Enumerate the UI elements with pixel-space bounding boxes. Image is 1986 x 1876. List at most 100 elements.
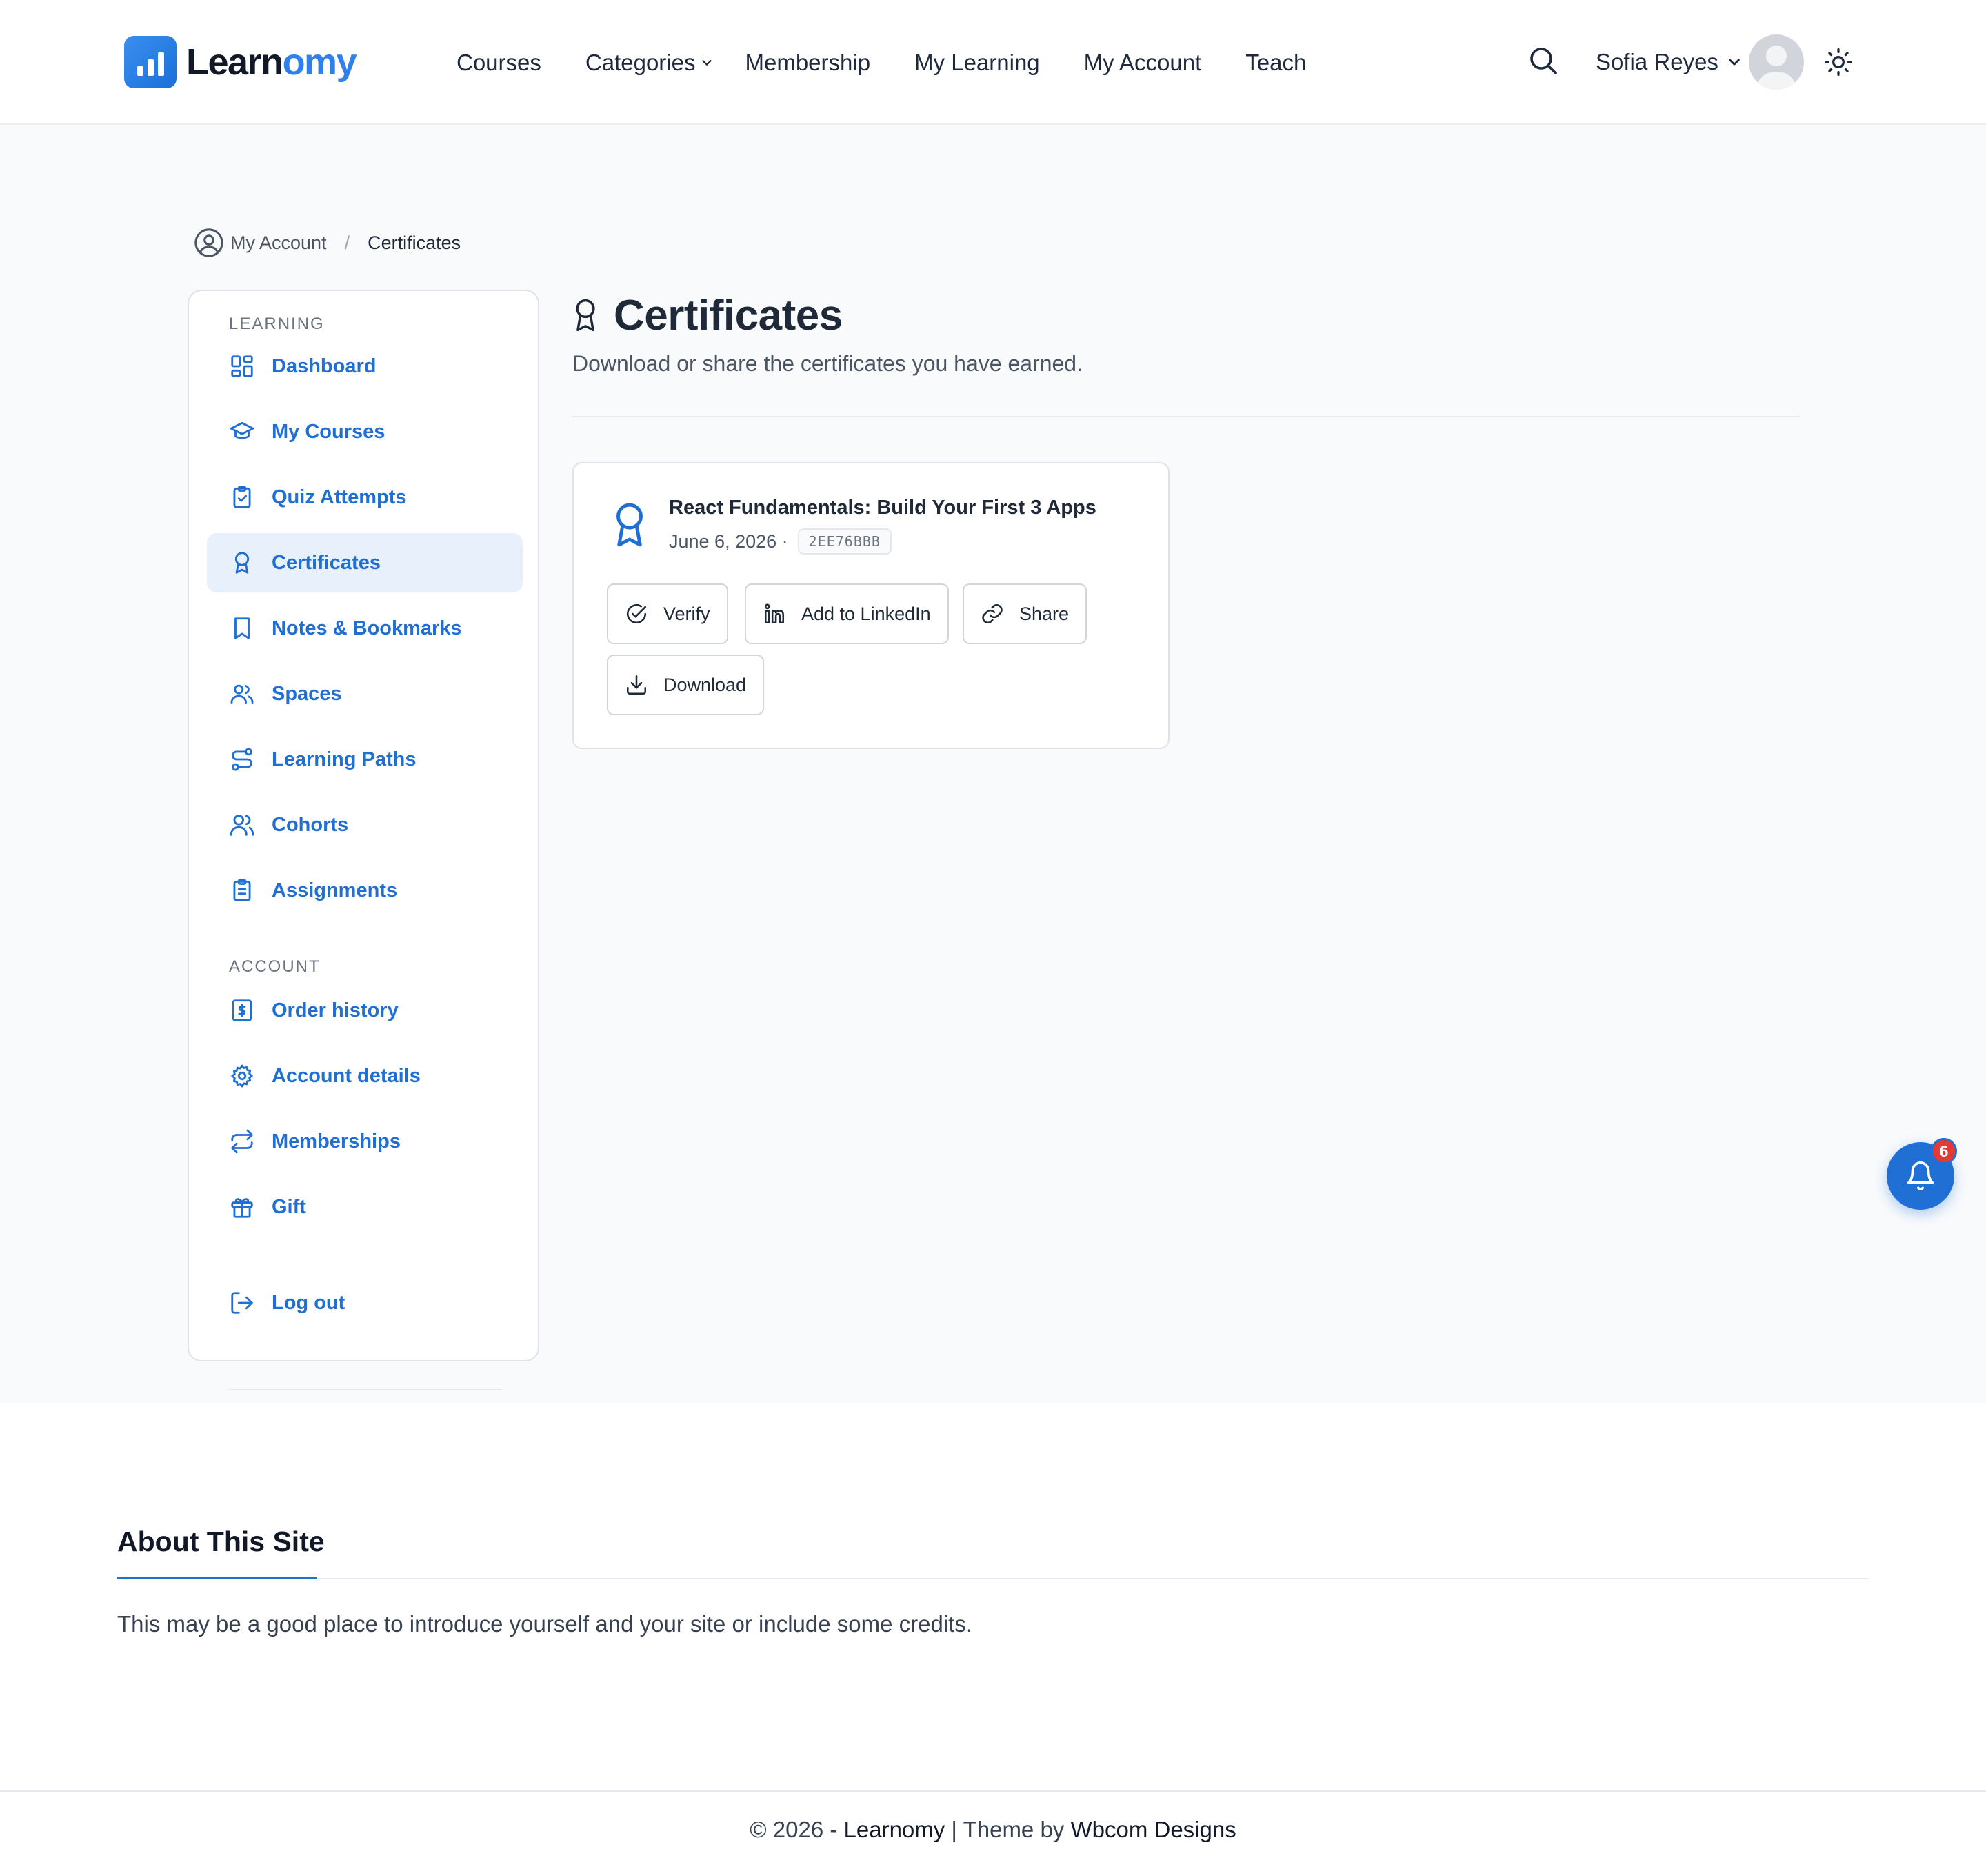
- avatar[interactable]: [1748, 34, 1804, 90]
- sidebar-item-order-history[interactable]: Order history: [207, 981, 523, 1040]
- award-icon: [234, 552, 250, 574]
- dashboard-icon: [231, 355, 253, 377]
- footer-copyright: © 2026 -: [750, 1817, 844, 1842]
- sidebar-item-memberships[interactable]: Memberships: [207, 1112, 523, 1171]
- sidebar-item-quiz-attempts[interactable]: Quiz Attempts: [207, 468, 523, 527]
- certificate-date: June 6, 2026 ·: [669, 530, 788, 552]
- logo-text: Learnomy: [186, 41, 357, 83]
- sidebar-item-label: Quiz Attempts: [272, 486, 407, 508]
- download-button[interactable]: Download: [607, 655, 765, 715]
- chevron-down-icon: [1729, 59, 1740, 66]
- search-button[interactable]: [1527, 44, 1560, 77]
- notification-count-badge: 6: [1931, 1138, 1957, 1164]
- sidebar-item-assignments[interactable]: Assignments: [207, 861, 523, 920]
- site-footer: © 2026 - Learnomy | Theme by Wbcom Desig…: [0, 1817, 1986, 1843]
- page-title-text: Certificates: [614, 291, 843, 339]
- site-header: Learnomy Courses Categories Membership M…: [0, 0, 1986, 125]
- sidebar-item-label: Memberships: [272, 1130, 401, 1152]
- account-main: My Account / Certificates LEARNING Dashb…: [0, 125, 1986, 1403]
- nav-membership[interactable]: Membership: [745, 50, 870, 76]
- sidebar-section-account: ACCOUNT: [229, 957, 321, 976]
- sidebar-item-notes-bookmarks[interactable]: Notes & Bookmarks: [207, 599, 523, 658]
- sidebar-item-label: Gift: [272, 1195, 306, 1218]
- nav-my-learning[interactable]: My Learning: [914, 50, 1040, 76]
- sidebar-item-dashboard[interactable]: Dashboard: [207, 337, 523, 396]
- download-icon: [626, 675, 647, 695]
- bell-icon: [1907, 1161, 1934, 1190]
- main-nav: Courses Categories Membership My Learnin…: [457, 44, 1350, 81]
- clipboard-check-icon: [233, 486, 251, 508]
- sidebar-item-label: Order history: [272, 999, 399, 1021]
- users-icon: [230, 684, 254, 704]
- sidebar-item-label: Dashboard: [272, 355, 377, 377]
- link-icon: [982, 603, 1003, 624]
- nav-courses[interactable]: Courses: [457, 50, 541, 76]
- download-button-label: Download: [663, 674, 747, 695]
- sidebar-item-label: My Courses: [272, 420, 385, 443]
- user-silhouette-icon: [1757, 46, 1795, 90]
- chevron-down-icon: [702, 60, 712, 66]
- page-subtitle: Download or share the certificates you h…: [572, 351, 1083, 376]
- linkedin-icon: [764, 603, 785, 624]
- breadcrumb-my-account[interactable]: My Account: [230, 232, 327, 254]
- sidebar-item-cohorts[interactable]: Cohorts: [207, 795, 523, 855]
- certificate-course-title: React Fundamentals: Build Your First 3 A…: [669, 497, 1096, 519]
- gift-icon: [231, 1198, 253, 1218]
- share-button-label: Share: [1019, 603, 1070, 624]
- user-group-icon: [230, 815, 254, 836]
- sun-icon: [1825, 48, 1852, 76]
- sidebar-item-label: Spaces: [272, 682, 342, 705]
- breadcrumb: My Account / Certificates: [193, 226, 461, 260]
- verify-button-label: Verify: [663, 603, 710, 624]
- add-to-linkedin-label: Add to LinkedIn: [801, 603, 931, 624]
- breadcrumb-separator: /: [344, 232, 350, 253]
- logout-icon: [231, 1292, 253, 1314]
- sidebar-item-spaces[interactable]: Spaces: [207, 664, 523, 724]
- sidebar-item-logout[interactable]: Log out: [207, 1273, 523, 1333]
- site-logo[interactable]: Learnomy: [124, 36, 357, 88]
- about-title: About This Site: [117, 1526, 325, 1557]
- sidebar-item-learning-paths[interactable]: Learning Paths: [207, 730, 523, 789]
- bookmark-icon: [234, 617, 250, 639]
- theme-toggle-button[interactable]: [1823, 47, 1854, 77]
- sidebar-item-label: Certificates: [272, 551, 381, 574]
- sidebar-item-label: Learning Paths: [272, 748, 417, 770]
- gear-icon: [231, 1064, 253, 1088]
- about-text: This may be a good place to introduce yo…: [117, 1611, 972, 1637]
- nav-categories-label: Categories: [585, 50, 696, 75]
- nav-teach[interactable]: Teach: [1245, 50, 1306, 76]
- award-icon: [576, 299, 595, 332]
- page-title: Certificates: [572, 288, 843, 343]
- user-name: Sofia Reyes: [1596, 49, 1718, 74]
- share-button[interactable]: Share: [963, 583, 1087, 644]
- sidebar-item-label: Cohorts: [272, 813, 349, 836]
- graduation-cap-icon: [230, 421, 254, 439]
- certificate-card: React Fundamentals: Build Your First 3 A…: [572, 462, 1170, 749]
- sidebar-item-my-courses[interactable]: My Courses: [207, 402, 523, 461]
- sidebar-item-label: Account details: [272, 1064, 421, 1087]
- account-sidebar: LEARNING Dashboard My Courses Quiz Attem…: [188, 290, 539, 1390]
- sidebar-item-account-details[interactable]: Account details: [207, 1046, 523, 1106]
- repeat-icon: [231, 1129, 253, 1154]
- user-menu[interactable]: Sofia Reyes: [1596, 33, 1804, 91]
- certificate-meta: June 6, 2026 · 2EE76BBB: [669, 528, 892, 555]
- sidebar-item-label: Notes & Bookmarks: [272, 617, 462, 639]
- nav-categories[interactable]: Categories: [585, 50, 715, 76]
- sidebar-section-learning: LEARNING: [229, 315, 325, 333]
- sidebar-item-gift[interactable]: Gift: [207, 1177, 523, 1237]
- breadcrumb-current: Certificates: [368, 232, 461, 253]
- footer-author-link[interactable]: Wbcom Designs: [1070, 1817, 1236, 1842]
- check-circle-icon: [627, 604, 647, 624]
- nav-my-account[interactable]: My Account: [1084, 50, 1202, 76]
- add-to-linkedin-button[interactable]: Add to LinkedIn: [745, 583, 949, 644]
- sidebar-item-certificates[interactable]: Certificates: [207, 533, 523, 592]
- award-icon: [616, 503, 643, 547]
- content-divider: [572, 416, 1800, 417]
- footer-divider: [0, 1790, 1986, 1792]
- receipt-icon: [232, 999, 252, 1021]
- logo-chart-icon: [124, 36, 177, 88]
- sidebar-item-label: Log out: [272, 1291, 345, 1314]
- sidebar-divider: [229, 1389, 502, 1390]
- footer-site-link[interactable]: Learnomy: [844, 1817, 945, 1842]
- verify-button[interactable]: Verify: [607, 583, 728, 644]
